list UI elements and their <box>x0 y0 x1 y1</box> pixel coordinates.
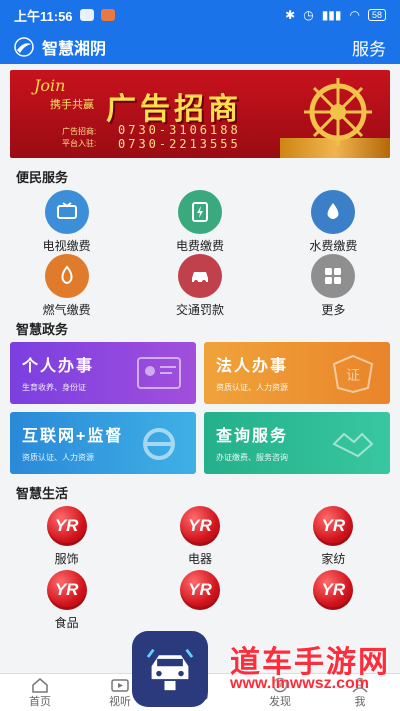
life-item-home-textiles[interactable]: YR 家纺 <box>267 506 400 570</box>
bottom-nav: 首页 视听 发现 我 <box>0 673 400 711</box>
status-time: 上午11:56 <box>14 8 73 24</box>
service-label: 交通罚款 <box>175 303 224 317</box>
section-title-government: 智慧政务 <box>16 322 69 337</box>
banner-phone-1: 0730-3106188 <box>118 123 241 137</box>
service-label: 电费缴费 <box>175 239 224 253</box>
top-bar: 上午11:56 ✱ ◷ ▮▮▮ ◠ 58 智慧湘阴 服务 <box>0 0 400 64</box>
car-icon <box>177 254 222 298</box>
yr-logo-icon: YR <box>46 506 87 546</box>
bluetooth-icon: ✱ <box>285 8 296 22</box>
banner-phones: 0730-3106188 0730-2213555 <box>118 123 241 151</box>
certificate-icon: 证 <box>332 354 374 394</box>
tv-icon <box>44 190 89 234</box>
id-card-icon <box>137 357 181 389</box>
more-grid-icon <box>311 254 356 298</box>
life-item-6[interactable]: YR <box>267 570 400 634</box>
profile-icon <box>352 677 368 693</box>
yr-logo-icon: YR <box>179 570 220 610</box>
service-label: 水费缴费 <box>309 239 358 253</box>
nav-video[interactable]: 视听 <box>80 674 160 711</box>
service-gas-payment[interactable]: 燃气缴费 <box>0 254 133 318</box>
service-label: 燃气缴费 <box>42 303 91 317</box>
electricity-icon <box>177 190 222 234</box>
ie-browser-icon <box>143 428 175 460</box>
government-cards: 个人办事 生育收养、身份证 法人办事 资质认证、人力资源 证 互联网+监督 资质… <box>0 342 400 474</box>
nav-profile[interactable]: 我 <box>320 674 400 711</box>
alarm-icon: ◷ <box>303 8 314 22</box>
service-label: 电视缴费 <box>42 239 91 253</box>
banner-title: 广告招商 <box>106 93 242 126</box>
battery-icon: 58 <box>367 9 386 21</box>
life-label: 服饰 <box>54 552 79 566</box>
life-item-appliances[interactable]: YR 电器 <box>133 506 266 570</box>
home-icon <box>32 677 48 693</box>
banner-contact-label-2: 平台入驻: <box>62 139 97 148</box>
svg-text:证: 证 <box>346 368 360 384</box>
nav-service[interactable] <box>160 674 240 711</box>
handshake-icon <box>332 432 374 458</box>
ad-banner[interactable]: Join 携手共赢 广告招商 广告招商: 平台入驻: 0730-3106188 … <box>10 70 390 158</box>
nav-label: 我 <box>354 695 366 708</box>
nav-label: 发现 <box>269 695 291 708</box>
card-query-service[interactable]: 查询服务 办证缴费、服务咨询 <box>204 412 390 474</box>
status-bar: 上午11:56 ✱ ◷ ▮▮▮ ◠ 58 <box>0 0 400 30</box>
service-icon <box>192 685 208 700</box>
gas-flame-icon <box>44 254 89 298</box>
yr-logo-icon: YR <box>313 570 354 610</box>
discover-icon <box>272 677 288 692</box>
card-personal-affairs[interactable]: 个人办事 生育收养、身份证 <box>10 342 196 404</box>
banner-phone-2: 0730-2213555 <box>118 137 241 151</box>
life-label: 家纺 <box>321 552 346 566</box>
card-legal-person-affairs[interactable]: 法人办事 资质认证、人力资源 证 <box>204 342 390 404</box>
service-tv-payment[interactable]: 电视缴费 <box>0 190 133 254</box>
signal-icon: ▮▮▮ <box>321 8 342 22</box>
app-logo-icon <box>14 37 34 57</box>
card-internet-supervision[interactable]: 互联网+监督 资质认证、人力资源 <box>10 412 196 474</box>
wifi-icon: ◠ <box>349 8 360 22</box>
notification-icon <box>79 9 94 21</box>
banner-contact-labels: 广告招商: 平台入驻: <box>62 126 96 150</box>
yr-logo-icon: YR <box>46 570 87 610</box>
app-bar: 智慧湘阴 服务 <box>0 30 400 64</box>
dharma-wheel-icon <box>304 78 372 146</box>
yr-logo-icon: YR <box>179 506 220 546</box>
nav-discover[interactable]: 发现 <box>240 674 320 711</box>
section-title-life: 智慧生活 <box>16 486 69 501</box>
video-icon <box>111 678 129 692</box>
banner-join-subtext: 携手共赢 <box>50 99 94 111</box>
life-item-clothing[interactable]: YR 服饰 <box>0 506 133 570</box>
status-indicators: ✱ ◷ ▮▮▮ ◠ 58 <box>285 8 386 22</box>
yr-logo-icon: YR <box>313 506 354 546</box>
service-more[interactable]: 更多 <box>267 254 400 318</box>
nav-label: 首页 <box>29 695 51 708</box>
banner-contact-label-1: 广告招商: <box>62 127 97 136</box>
banner-join-text: Join <box>34 76 66 95</box>
life-grid: YR 服饰 YR 电器 YR 家纺 YR 食品 YR YR <box>0 506 400 634</box>
service-traffic-fine[interactable]: 交通罚款 <box>133 254 266 318</box>
service-water-payment[interactable]: 水费缴费 <box>267 190 400 254</box>
water-drop-icon <box>311 190 356 234</box>
nav-label: 视听 <box>109 695 131 708</box>
section-title-convenience: 便民服务 <box>16 170 69 185</box>
app-title: 智慧湘阴 <box>42 41 107 58</box>
service-label: 更多 <box>321 303 346 317</box>
app-notification-icon <box>100 9 115 21</box>
life-item-food[interactable]: YR 食品 <box>0 570 133 634</box>
convenience-grid: 电视缴费 电费缴费 水费缴费 燃气缴费 交通罚款 更多 <box>0 190 400 318</box>
life-label: 电器 <box>187 552 212 566</box>
nav-home[interactable]: 首页 <box>0 674 80 711</box>
service-button[interactable]: 服务 <box>352 35 386 60</box>
life-item-5[interactable]: YR <box>133 570 266 634</box>
life-label: 食品 <box>54 616 79 630</box>
service-electricity-payment[interactable]: 电费缴费 <box>133 190 266 254</box>
